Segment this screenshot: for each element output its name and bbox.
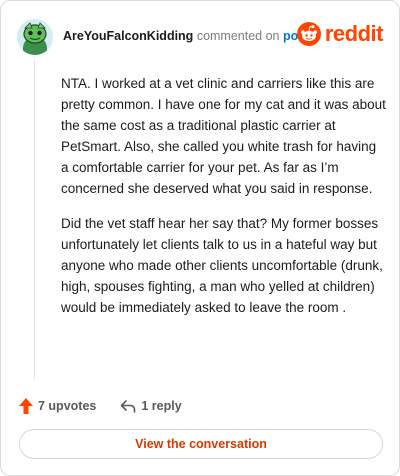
reply-arrow-icon <box>121 400 136 413</box>
comment-paragraph: Did the vet staff hear her say that? My … <box>61 216 383 315</box>
reply-button[interactable]: 1 reply <box>120 399 182 413</box>
comment-body: NTA. I worked at a vet clinic and carrie… <box>61 73 387 332</box>
reply-count: 1 reply <box>141 399 182 413</box>
upvote-button[interactable]: 7 upvotes <box>19 398 96 414</box>
action-text: commented on <box>196 29 280 43</box>
comment-footer: 7 upvotes 1 reply <box>19 396 206 416</box>
view-conversation-button[interactable]: View the conversation <box>19 429 383 459</box>
reddit-snoo-icon <box>296 22 321 46</box>
embedded-comment-card: AreYouFalconKidding commented on post re… <box>0 0 400 476</box>
snoo-avatar-icon <box>17 19 53 55</box>
author-name[interactable]: AreYouFalconKidding <box>63 29 193 43</box>
thread-line <box>34 59 35 379</box>
upvote-arrow-icon <box>19 398 33 414</box>
reddit-brand[interactable]: reddit <box>296 21 384 47</box>
comment-paragraph: NTA. I worked at a vet clinic and carrie… <box>61 76 386 196</box>
comment-header: AreYouFalconKidding commented on post re… <box>17 15 384 55</box>
reddit-wordmark: reddit <box>324 21 384 46</box>
user-avatar[interactable] <box>17 19 53 55</box>
author-line: AreYouFalconKidding commented on post <box>63 29 309 43</box>
upvote-count: 7 upvotes <box>38 399 97 413</box>
